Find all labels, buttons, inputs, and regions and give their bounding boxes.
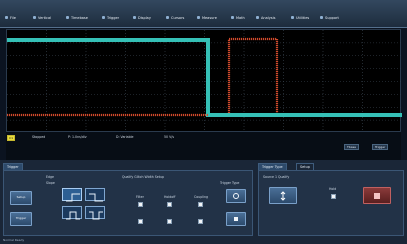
menu-label: File: [10, 15, 16, 20]
menu-item-cursors[interactable]: Cursors: [166, 13, 184, 22]
timebase-readout[interactable]: Tbase: [344, 144, 359, 150]
meas-rate: 50 V/s: [164, 135, 174, 139]
option-checkbox-1[interactable]: [138, 219, 143, 224]
trigger-type-panel: Source 1 Qualify Hold: [258, 170, 404, 236]
slope-window-button[interactable]: [85, 206, 105, 220]
slope-either-button[interactable]: [62, 206, 82, 220]
option-checkbox-2[interactable]: [167, 219, 172, 224]
falling-edge-icon: [89, 193, 103, 202]
trigger-type-label: Trigger Type: [220, 181, 240, 185]
slope-negative-button[interactable]: [85, 188, 105, 202]
menu-label: Timebase: [71, 15, 88, 20]
status-line: Normal Ready: [3, 238, 25, 242]
measurement-strip: C1 Stopped P: 1.0ns/div D: Variable 50 V…: [6, 132, 401, 160]
hold-label: Hold: [329, 187, 337, 191]
holdoff-checkbox[interactable]: [167, 202, 172, 207]
meas-timebase: P: 1.0ns/div: [68, 135, 87, 139]
option-checkbox-3[interactable]: [198, 219, 203, 224]
menu-label: Measure: [202, 15, 217, 20]
analysis-icon: [256, 16, 259, 19]
menu-label: Utilities: [296, 15, 310, 20]
qualify-title: Qualify Glitch Width Setup: [122, 175, 165, 179]
timebase-icon: [66, 16, 69, 19]
tab-trigger[interactable]: Trigger: [3, 163, 23, 170]
rising-edge-icon: [66, 193, 80, 202]
display-icon: [133, 16, 136, 19]
slope-positive-button[interactable]: [62, 188, 82, 202]
trigger-setup-panel: Setup Trigger Edge Slope Qualify Glitch …: [3, 170, 253, 236]
square-icon: [234, 217, 238, 221]
measure-icon: [197, 16, 200, 19]
meas-status: Stopped: [32, 135, 46, 139]
channel2-trace: [7, 37, 402, 117]
filter-label: Filter: [136, 195, 144, 199]
menu-item-file[interactable]: File: [5, 13, 16, 22]
either-edge-icon: [66, 211, 80, 220]
stop-icon: [374, 192, 380, 199]
waveform-svg: [7, 30, 402, 133]
menu-label: Cursors: [171, 15, 185, 20]
setup-button[interactable]: Setup: [10, 191, 32, 205]
channel-badge[interactable]: C1: [7, 135, 16, 141]
trigger-icon: [102, 16, 105, 19]
menu-label: Math: [236, 15, 245, 20]
window-edge-icon: [89, 211, 103, 220]
menu-item-analysis[interactable]: Analysis: [256, 13, 275, 22]
menu-item-utilities[interactable]: Utilities: [291, 13, 309, 22]
edge-label: Edge: [46, 175, 55, 179]
menu-label: Display: [138, 15, 151, 20]
trigger-readout[interactable]: Trigger: [372, 144, 389, 150]
tab-setup[interactable]: Setup: [296, 163, 314, 170]
menu-label: Support: [325, 15, 339, 20]
tab-trigger-type[interactable]: Trigger Type: [258, 163, 287, 170]
slope-label: Slope: [46, 181, 55, 185]
trigger-apply-button[interactable]: [226, 212, 246, 226]
coupling-label: Coupling: [194, 195, 209, 199]
vertical-icon: [33, 16, 36, 19]
menu-bar: File Vertical Timebase Trigger Display Cursor…: [0, 0, 407, 28]
utilities-icon: [291, 16, 294, 19]
menu-label: Vertical: [38, 15, 52, 20]
menu-item-math[interactable]: Math: [231, 13, 245, 22]
control-panel: Trigger Setup Trigger Edge Slope Qualify…: [0, 160, 407, 244]
waveform-display[interactable]: [6, 29, 402, 133]
menu-item-trigger[interactable]: Trigger: [102, 13, 119, 22]
holdoff-label: Holdoff: [164, 195, 176, 199]
menu-label: Trigger: [107, 15, 120, 20]
trigger-button[interactable]: Trigger: [10, 212, 32, 226]
math-icon: [231, 16, 234, 19]
hold-checkbox[interactable]: [331, 194, 336, 199]
cursors-icon: [166, 16, 169, 19]
find-level-button[interactable]: [269, 187, 297, 204]
support-icon: [320, 16, 323, 19]
file-icon: [5, 16, 8, 19]
menu-item-display[interactable]: Display: [133, 13, 151, 22]
menu-item-measure[interactable]: Measure: [197, 13, 217, 22]
menu-item-support[interactable]: Support: [320, 13, 339, 22]
filter-checkbox[interactable]: [138, 202, 143, 207]
arrow-up-down-icon: [280, 190, 286, 201]
menu-label: Analysis: [261, 15, 276, 20]
meas-delay: D: Variable: [116, 135, 134, 139]
stop-button[interactable]: [363, 187, 391, 204]
menu-item-timebase[interactable]: Timebase: [66, 13, 88, 22]
trigger-type-button[interactable]: [226, 189, 246, 203]
coupling-checkbox[interactable]: [198, 202, 203, 207]
gear-icon: [233, 193, 239, 199]
source-qualify-label: Source 1 Qualify: [263, 175, 290, 179]
menu-item-vertical[interactable]: Vertical: [33, 13, 51, 22]
